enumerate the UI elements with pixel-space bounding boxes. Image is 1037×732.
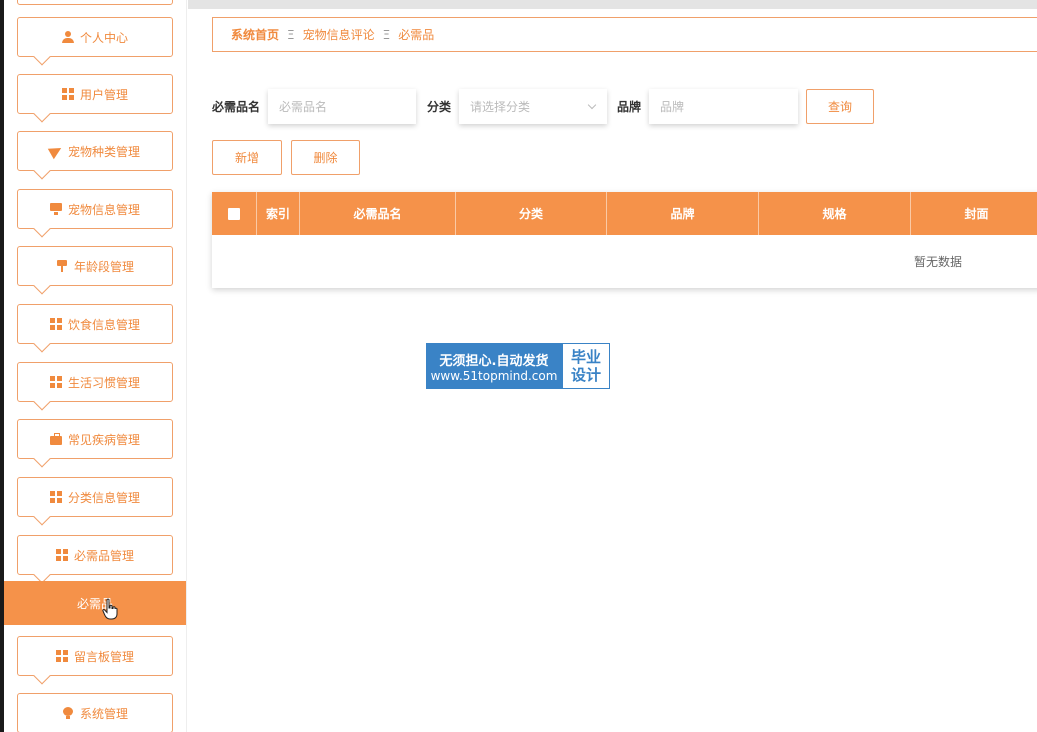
breadcrumb-pet-comments[interactable]: 宠物信息评论 xyxy=(303,26,375,43)
empty-text: 暂无数据 xyxy=(913,255,962,269)
paper-plane-icon xyxy=(47,142,65,160)
watermark: 无须担心.自动发货 www.51topmind.com 毕业 设计 xyxy=(426,343,610,389)
breadcrumb: 系统首页 Ξ 宠物信息评论 Ξ 必需品 xyxy=(212,17,1037,52)
checkbox-icon xyxy=(228,207,240,220)
sidebar-item-label: 系统管理 xyxy=(79,706,128,721)
watermark-left: 无须担心.自动发货 www.51topmind.com xyxy=(426,343,562,389)
brand-label: 品牌 xyxy=(617,99,642,114)
breadcrumb-separator: Ξ xyxy=(382,27,391,42)
sidebar-item-label: 用户管理 xyxy=(79,87,128,102)
top-bar xyxy=(188,0,1037,9)
sidebar-item-necessities[interactable]: 必需品管理 xyxy=(17,535,173,575)
column-header: 必需品名 xyxy=(300,192,456,235)
column-header: 品牌 xyxy=(607,192,759,235)
sidebar-item-message-board[interactable]: 留言板管理 xyxy=(17,636,173,676)
column-header: 规格 xyxy=(759,192,911,235)
sidebar-item-age-group[interactable]: 年龄段管理 xyxy=(17,246,173,286)
name-label: 必需品名 xyxy=(212,99,261,114)
sidebar-item-label: 饮食信息管理 xyxy=(67,317,140,332)
sidebar-item-category-info[interactable]: 分类信息管理 xyxy=(17,477,173,517)
add-button[interactable]: 新增 xyxy=(212,140,282,175)
chevron-down-icon xyxy=(587,100,597,109)
data-table: 索引 必需品名 分类 品牌 规格 封面 暂无数据 xyxy=(212,192,1037,288)
name-input[interactable]: 必需品名 xyxy=(268,88,417,124)
main-content: 系统首页 Ξ 宠物信息评论 Ξ 必需品 必需品名 必需品名 分类 请选择分类 品… xyxy=(188,0,1037,732)
category-label: 分类 xyxy=(427,99,452,114)
sidebar-subitem-necessities[interactable]: 必需品 xyxy=(4,581,186,625)
sidebar: 个人中心 用户管理 宠物种类管理 宠物信息管理 年龄段管理 饮食信息管理 生活习… xyxy=(0,0,187,732)
grid-icon xyxy=(55,549,68,561)
column-header: 分类 xyxy=(456,192,607,235)
watermark-line2: www.51topmind.com xyxy=(430,368,558,383)
column-header: 封面 xyxy=(964,207,989,221)
category-select[interactable]: 请选择分类 xyxy=(459,88,608,124)
monitor-icon xyxy=(49,203,62,215)
sidebar-item-label: 留言板管理 xyxy=(73,649,134,664)
column-header: 索引 xyxy=(257,192,300,235)
watermark-right2: 设计 xyxy=(570,366,601,384)
sidebar-item-label: 年龄段管理 xyxy=(73,259,134,274)
search-bar: 必需品名 必需品名 分类 请选择分类 品牌 品牌 查询 xyxy=(212,88,875,124)
empty-state: 暂无数据 xyxy=(212,235,1037,288)
breadcrumb-separator: Ξ xyxy=(287,27,295,42)
breadcrumb-home[interactable]: 系统首页 xyxy=(231,26,279,43)
watermark-right: 毕业 设计 xyxy=(562,343,610,389)
sidebar-item-label: 必需品管理 xyxy=(73,548,134,563)
select-all-checkbox[interactable] xyxy=(212,192,257,235)
sidebar-item-label: 常见疾病管理 xyxy=(67,432,140,447)
brand-input-placeholder: 品牌 xyxy=(660,99,685,114)
user-icon xyxy=(61,31,74,43)
brush-icon xyxy=(56,260,68,272)
sidebar-item-label: 分类信息管理 xyxy=(67,490,140,505)
sidebar-item-pet-species[interactable]: 宠物种类管理 xyxy=(17,131,173,171)
briefcase-icon xyxy=(49,433,62,445)
grid-icon xyxy=(61,88,74,100)
hand-cursor-icon xyxy=(102,598,118,620)
sidebar-item-label: 宠物信息管理 xyxy=(67,202,140,217)
sidebar-item-habits[interactable]: 生活习惯管理 xyxy=(17,362,173,402)
sidebar-item-label: 宠物种类管理 xyxy=(67,144,140,159)
category-select-placeholder: 请选择分类 xyxy=(470,99,531,114)
grid-icon xyxy=(49,491,62,503)
breadcrumb-current: 必需品 xyxy=(398,28,435,42)
watermark-line1: 无须担心.自动发货 xyxy=(439,353,549,369)
grid-icon xyxy=(49,376,62,388)
table-header: 索引 必需品名 分类 品牌 规格 封面 xyxy=(212,192,1037,235)
grid-icon xyxy=(55,650,68,662)
sidebar-item-diseases[interactable]: 常见疾病管理 xyxy=(17,419,173,459)
query-button[interactable]: 查询 xyxy=(806,88,875,124)
brand-input[interactable]: 品牌 xyxy=(649,88,799,124)
name-input-placeholder: 必需品名 xyxy=(279,99,328,114)
sidebar-item-diet-info[interactable]: 饮食信息管理 xyxy=(17,304,173,344)
sidebar-item-label: 生活习惯管理 xyxy=(67,375,140,390)
bulb-icon xyxy=(62,707,74,719)
sidebar-item-label: 个人中心 xyxy=(79,30,128,45)
watermark-right1: 毕业 xyxy=(570,348,601,366)
sidebar-item-user-management[interactable]: 用户管理 xyxy=(17,74,173,114)
delete-button[interactable]: 删除 xyxy=(291,140,360,175)
sidebar-top-stub xyxy=(17,0,173,5)
sidebar-item-system[interactable]: 系统管理 xyxy=(17,693,173,732)
sidebar-item-personal-center[interactable]: 个人中心 xyxy=(17,17,173,57)
grid-icon xyxy=(49,318,62,330)
sidebar-item-pet-info[interactable]: 宠物信息管理 xyxy=(17,189,173,229)
action-bar: 新增 删除 xyxy=(212,140,360,175)
